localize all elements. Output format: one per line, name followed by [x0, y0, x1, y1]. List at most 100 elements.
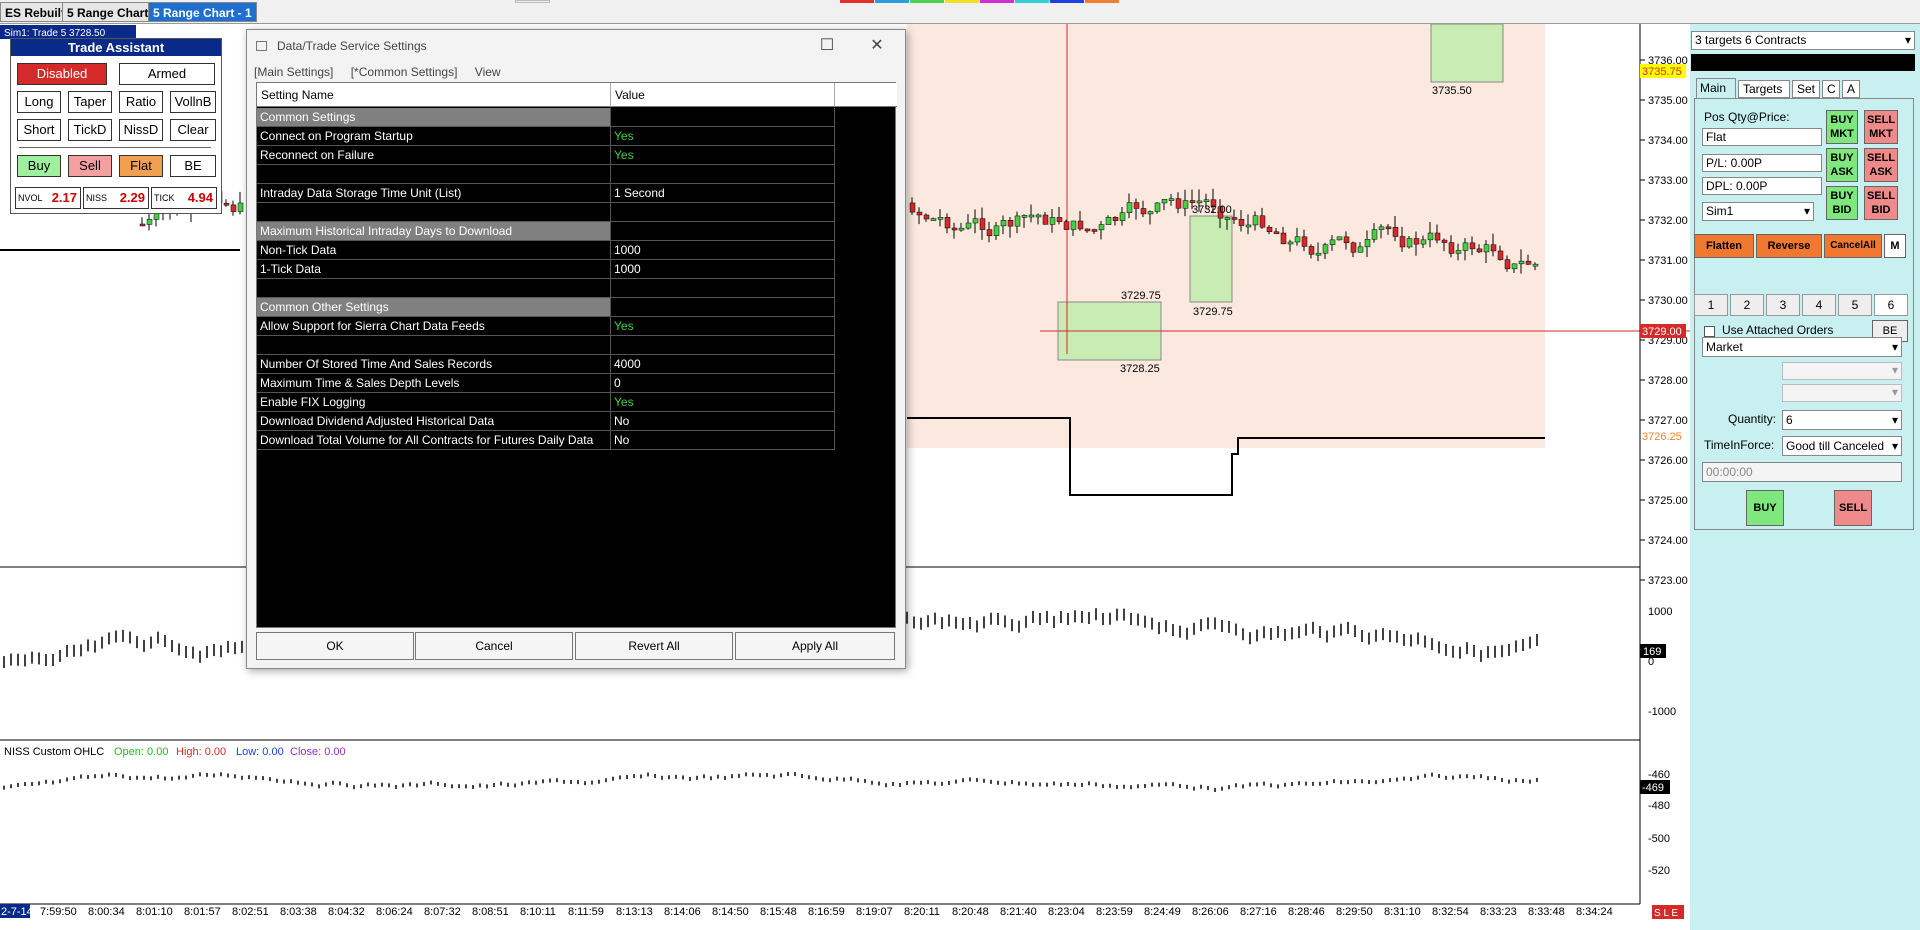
buy-ask-button[interactable]: BUY ASK: [1826, 148, 1858, 182]
setting-value[interactable]: Yes: [611, 127, 835, 146]
tickd-button[interactable]: TickD: [68, 119, 112, 141]
time-label: 8:07:32: [424, 906, 461, 918]
order-type-select[interactable]: Market ▾: [1702, 337, 1902, 357]
tab-set[interactable]: Set: [1792, 80, 1820, 98]
time-field[interactable]: 00:00:00: [1702, 462, 1902, 482]
price-2-field[interactable]: ▾: [1782, 384, 1902, 402]
setting-value[interactable]: Yes: [611, 146, 835, 165]
armed-button[interactable]: Armed: [119, 63, 215, 85]
sell-ask-button[interactable]: SELL ASK: [1864, 148, 1898, 182]
price-1-field[interactable]: ▾: [1782, 362, 1902, 380]
buy-bid-button[interactable]: BUY BID: [1826, 186, 1858, 220]
grid-row[interactable]: Download Total Volume for All Contracts …: [257, 431, 897, 450]
qty-2-button[interactable]: 2: [1730, 294, 1764, 316]
grid-row[interactable]: Non-Tick Data 1000: [257, 241, 897, 260]
setting-name: [257, 279, 611, 298]
nissd-button[interactable]: NissD: [119, 119, 163, 141]
setting-value[interactable]: Yes: [611, 393, 835, 412]
ok-button[interactable]: OK: [256, 632, 414, 660]
sell-button[interactable]: Sell: [68, 155, 112, 177]
vollnb-button[interactable]: VollnB: [170, 91, 216, 113]
revert-all-button[interactable]: Revert All: [575, 632, 733, 660]
setting-value[interactable]: No: [611, 431, 835, 450]
tab-main[interactable]: Main: [1696, 78, 1736, 98]
chevron-down-icon: ▾: [1891, 439, 1898, 453]
sell-bid-button[interactable]: SELL BID: [1864, 186, 1898, 220]
maximize-icon[interactable]: ☐: [809, 30, 845, 62]
qty-3-button[interactable]: 3: [1766, 294, 1800, 316]
buy-button[interactable]: Buy: [17, 155, 61, 177]
menu-main-settings[interactable]: [Main Settings]: [254, 65, 333, 79]
setting-value: [611, 279, 835, 298]
tab-targets[interactable]: Targets: [1738, 80, 1790, 98]
grid-row[interactable]: Number Of Stored Time And Sales Records 4…: [257, 355, 897, 374]
grid-row[interactable]: Maximum Time & Sales Depth Levels 0: [257, 374, 897, 393]
candle-body: [1406, 238, 1413, 248]
col-setting-name[interactable]: Setting Name: [257, 83, 611, 107]
study-high: High: 0.00: [176, 746, 226, 758]
setting-value[interactable]: 4000: [611, 355, 835, 374]
cancel-all-button[interactable]: CancelAll: [1824, 234, 1882, 258]
chart-tab-bar: ES Rebuilt 5 Range Chart 5 Range Chart -…: [0, 0, 1920, 24]
grid-row[interactable]: Download Dividend Adjusted Historical Da…: [257, 412, 897, 431]
m-button[interactable]: M: [1884, 234, 1906, 258]
setting-value[interactable]: 1000: [611, 241, 835, 260]
setting-name: Maximum Time & Sales Depth Levels: [257, 374, 611, 393]
qty-6-button[interactable]: 6: [1874, 294, 1908, 316]
setting-value[interactable]: Yes: [611, 317, 835, 336]
ratio-button[interactable]: Ratio: [119, 91, 163, 113]
setting-name: Maximum Historical Intraday Days to Down…: [257, 222, 611, 241]
menu-view[interactable]: View: [475, 65, 501, 79]
disabled-button[interactable]: Disabled: [17, 63, 107, 85]
grid-row[interactable]: Connect on Program Startup Yes: [257, 127, 897, 146]
time-label: 8:34:24: [1576, 906, 1613, 918]
tab-5-range-chart-1[interactable]: 5 Range Chart - 1: [148, 2, 257, 22]
attached-orders-checkbox[interactable]: [1704, 326, 1715, 337]
short-button[interactable]: Short: [17, 119, 61, 141]
flatten-button[interactable]: Flatten: [1694, 234, 1754, 258]
quantity-field[interactable]: 6 ▾: [1782, 410, 1902, 430]
grid-row[interactable]: 1-Tick Data 1000: [257, 260, 897, 279]
menu-common-settings[interactable]: [*Common Settings]: [351, 65, 458, 79]
account-select[interactable]: Sim1 ▾: [1702, 202, 1814, 221]
setting-value[interactable]: 1000: [611, 260, 835, 279]
grid-row: [257, 336, 897, 355]
setting-value[interactable]: 1 Second: [611, 184, 835, 203]
taper-button[interactable]: Taper: [68, 91, 112, 113]
be-button[interactable]: BE: [170, 155, 216, 177]
buy-market-button[interactable]: BUY MKT: [1826, 110, 1858, 144]
grid-row[interactable]: Enable FIX Logging Yes: [257, 393, 897, 412]
tif-select[interactable]: Good till Canceled ▾: [1782, 436, 1902, 456]
niss-axis: -460 -480 -500 -520 -469: [1640, 769, 1670, 877]
sell-market-button[interactable]: SELL MKT: [1864, 110, 1898, 144]
qty-5-button[interactable]: 5: [1838, 294, 1872, 316]
candle-body: [1455, 250, 1462, 254]
reverse-button[interactable]: Reverse: [1756, 234, 1822, 258]
tab-es-rebuilt[interactable]: ES Rebuilt: [0, 2, 71, 22]
sell-button[interactable]: SELL: [1834, 490, 1872, 526]
col-value[interactable]: Value: [611, 83, 835, 107]
grid-row[interactable]: Intraday Data Storage Time Unit (List) 1 …: [257, 184, 897, 203]
flat-button[interactable]: Flat: [119, 155, 163, 177]
tab-a[interactable]: A: [1842, 80, 1860, 98]
setting-value[interactable]: No: [611, 412, 835, 431]
close-icon[interactable]: ✕: [859, 30, 895, 62]
grid-row[interactable]: Reconnect on Failure Yes: [257, 146, 897, 165]
strategy-select[interactable]: 3 targets 6 Contracts ▾: [1691, 31, 1915, 50]
setting-value[interactable]: 0: [611, 374, 835, 393]
tab-c[interactable]: C: [1822, 80, 1840, 98]
buy-button[interactable]: BUY: [1746, 490, 1784, 526]
qty-4-button[interactable]: 4: [1802, 294, 1836, 316]
apply-all-button[interactable]: Apply All: [735, 632, 895, 660]
tab-5-range-chart[interactable]: 5 Range Chart: [62, 2, 154, 22]
grid-row[interactable]: Allow Support for Sierra Chart Data Feed…: [257, 317, 897, 336]
long-button[interactable]: Long: [17, 91, 61, 113]
dialog-titlebar[interactable]: Data/Trade Service Settings ☐ ✕: [247, 30, 905, 62]
grid-row: [257, 165, 897, 184]
qty-1-button[interactable]: 1: [1694, 294, 1728, 316]
clear-button[interactable]: Clear: [170, 119, 216, 141]
toolbar-swatch: [980, 0, 1014, 3]
cancel-button[interactable]: Cancel: [415, 632, 573, 660]
candle-body: [1469, 242, 1476, 250]
order-type-value: Market: [1706, 340, 1743, 354]
